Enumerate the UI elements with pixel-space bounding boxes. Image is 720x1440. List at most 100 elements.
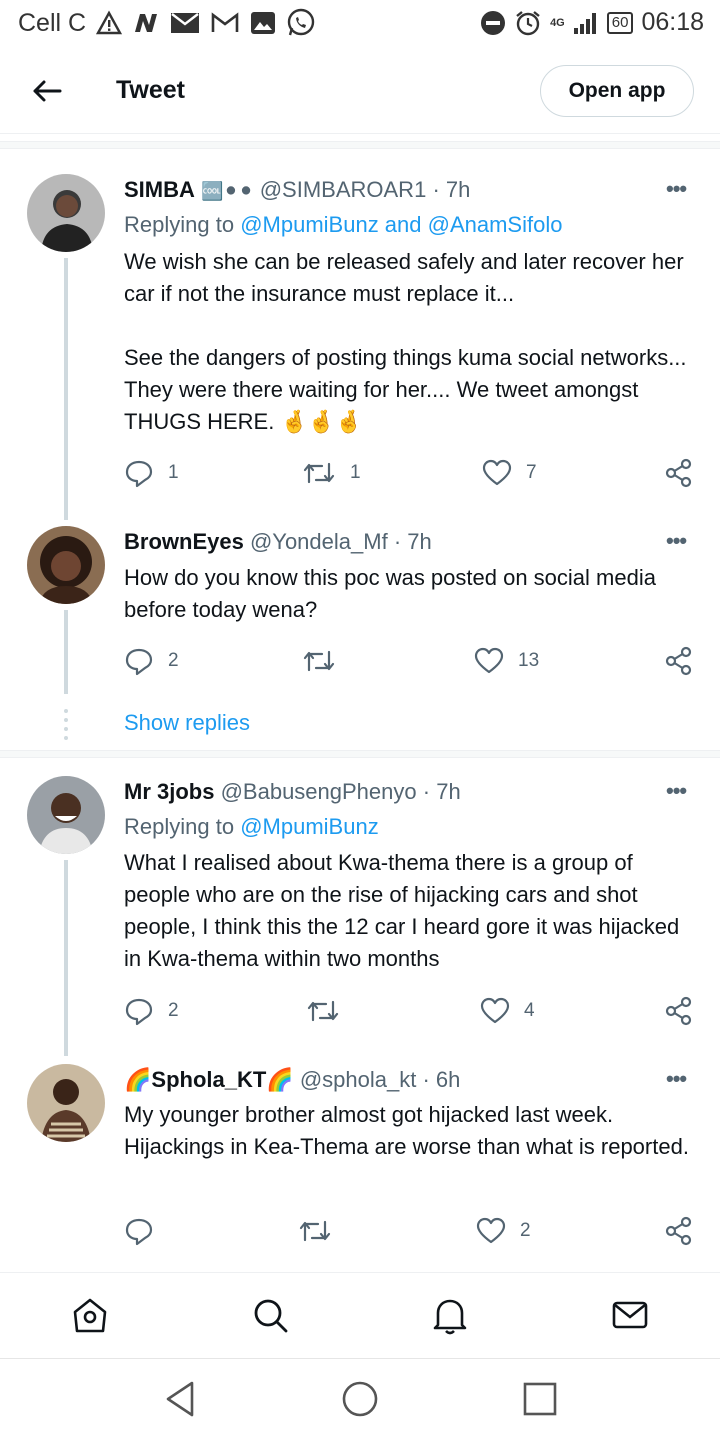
network-type: 4G [550, 16, 565, 29]
tweet-header: 🌈Sphola_KT🌈 @sphola_kt · 6h [124, 1067, 460, 1093]
retweet-button[interactable] [306, 996, 354, 1026]
notifications-icon[interactable] [430, 1295, 470, 1335]
reply-icon [125, 460, 153, 488]
search-icon[interactable] [250, 1295, 290, 1335]
like-button[interactable]: 13 [474, 646, 539, 676]
replying-users-link[interactable]: @MpumiBunz [240, 814, 379, 839]
replying-to: Replying to @MpumiBunz and @AnamSifolo [124, 212, 562, 238]
battery-level: 60 [606, 11, 634, 34]
tweet-header: Mr 3jobs @BabusengPhenyo · 7h [124, 779, 461, 805]
system-navigation-bar [0, 1358, 720, 1440]
share-icon [665, 458, 692, 488]
avatar[interactable] [27, 174, 105, 252]
show-replies-link[interactable]: Show replies [124, 710, 250, 736]
avatar[interactable] [27, 776, 105, 854]
author-name[interactable]: 🌈Sphola_KT🌈 [124, 1067, 294, 1092]
share-button[interactable] [664, 646, 694, 676]
like-count: 7 [526, 462, 537, 483]
retweet-button[interactable] [298, 1216, 346, 1246]
more-icon[interactable]: ••• [666, 528, 687, 554]
avatar[interactable] [27, 526, 105, 604]
heart-icon [480, 997, 510, 1024]
author-handle[interactable]: @Yondela_Mf [250, 529, 388, 554]
tweet-time: · 7h [432, 177, 471, 202]
gmail-icon [211, 12, 239, 32]
tweet-time: · 6h [422, 1067, 461, 1092]
share-icon [665, 996, 692, 1026]
signal-icon [573, 12, 596, 34]
reply-icon [125, 1218, 153, 1246]
share-button[interactable] [664, 1216, 694, 1246]
reply-button[interactable] [124, 1216, 168, 1246]
more-icon[interactable]: ••• [666, 1066, 687, 1092]
heart-icon [476, 1217, 506, 1244]
replying-to: Replying to @MpumiBunz [124, 814, 379, 840]
avatar[interactable] [27, 1064, 105, 1142]
author-name[interactable]: SIMBA [124, 177, 195, 202]
thread-line [64, 258, 68, 520]
like-button[interactable]: 2 [476, 1216, 531, 1246]
back-arrow-icon[interactable] [30, 74, 64, 108]
retweet-count: 1 [350, 462, 361, 483]
like-count: 4 [524, 1000, 535, 1021]
like-button[interactable]: 7 [482, 458, 537, 488]
retweet-icon [307, 1000, 339, 1022]
like-count: 2 [520, 1220, 531, 1241]
share-icon [665, 646, 692, 676]
reply-count: 1 [168, 462, 179, 483]
tweet-header: SIMBA 🆒⚫⚫ @SIMBAROAR1 · 7h [124, 177, 470, 203]
more-icon[interactable]: ••• [666, 778, 687, 804]
alarm-icon [516, 10, 540, 35]
reply-button[interactable]: 2 [124, 996, 179, 1026]
page-title: Tweet [116, 76, 185, 104]
retweet-icon [303, 650, 335, 672]
heart-icon [482, 459, 512, 486]
tweet-text: How do you know this poc was posted on s… [124, 565, 663, 622]
carrier-label: Cell C [18, 8, 87, 37]
open-app-button[interactable]: Open app [540, 65, 694, 117]
replying-users-link[interactable]: @MpumiBunz and @AnamSifolo [240, 212, 562, 237]
replying-prefix: Replying to [124, 814, 235, 839]
more-icon[interactable]: ••• [666, 176, 687, 202]
reply-count: 2 [168, 650, 179, 671]
tweet-text: My younger brother almost got hijacked l… [124, 1102, 689, 1159]
name-badges: 🆒⚫⚫ [201, 181, 254, 201]
retweet-button[interactable]: 1 [302, 458, 361, 488]
tweet-card[interactable]: 🌈Sphola_KT🌈 @sphola_kt · 6h ••• My young… [0, 1058, 720, 1264]
author-handle[interactable]: @BabusengPhenyo [221, 779, 417, 804]
like-count: 13 [518, 650, 540, 671]
tweet-card[interactable]: BrownEyes @Yondela_Mf · 7h ••• How do yo… [0, 520, 720, 750]
reply-icon [125, 648, 153, 676]
tweet-card[interactable]: SIMBA 🆒⚫⚫ @SIMBAROAR1 · 7h ••• Replying … [0, 150, 720, 520]
system-back-icon[interactable] [160, 1379, 200, 1419]
share-button[interactable] [664, 996, 694, 1026]
author-name[interactable]: Mr 3jobs [124, 779, 214, 804]
clock: 06:18 [641, 8, 704, 36]
home-icon[interactable] [70, 1295, 110, 1335]
thread-line [64, 860, 68, 1056]
tweet-header: BrownEyes @Yondela_Mf · 7h [124, 529, 432, 555]
heart-icon [474, 647, 504, 674]
author-handle[interactable]: @SIMBAROAR1 [260, 177, 427, 202]
author-name[interactable]: BrownEyes [124, 529, 244, 554]
section-divider [0, 141, 720, 149]
tweet-text: What I realised about Kwa-thema there is… [124, 850, 686, 971]
collapsed-thread-dots [64, 709, 68, 740]
system-home-icon[interactable] [340, 1379, 380, 1419]
messages-icon[interactable] [610, 1295, 650, 1335]
bottom-navigation [0, 1272, 720, 1358]
tweet-time: · 7h [422, 779, 461, 804]
author-handle[interactable]: @sphola_kt [300, 1067, 417, 1092]
gallery-icon [251, 12, 276, 34]
system-recents-icon[interactable] [520, 1379, 560, 1419]
retweet-button[interactable] [302, 646, 350, 676]
n-logo-icon [135, 14, 158, 32]
like-button[interactable]: 4 [480, 996, 535, 1026]
retweet-icon [299, 1220, 331, 1242]
section-divider [0, 750, 720, 758]
reply-button[interactable]: 1 [124, 458, 179, 488]
tweet-time: · 7h [393, 529, 432, 554]
tweet-card[interactable]: Mr 3jobs @BabusengPhenyo · 7h ••• Replyi… [0, 758, 720, 1058]
share-button[interactable] [664, 458, 694, 488]
reply-button[interactable]: 2 [124, 646, 179, 676]
